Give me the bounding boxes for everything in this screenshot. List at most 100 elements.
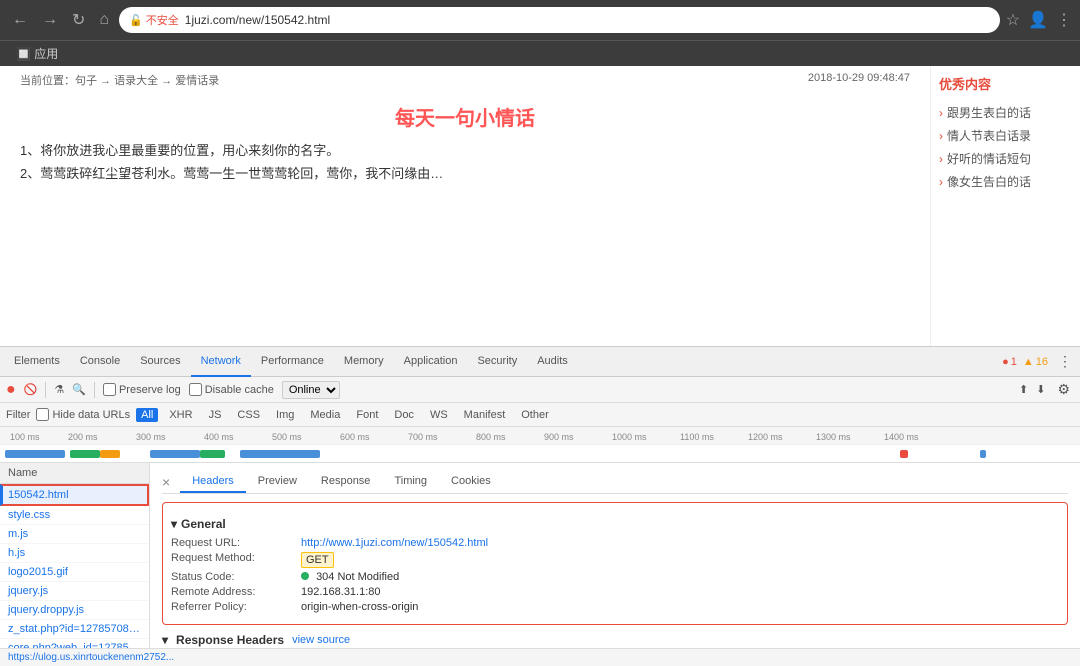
- sidebar-item-3[interactable]: 像女生告白的话: [939, 170, 1072, 193]
- view-source-link[interactable]: view source: [292, 634, 350, 646]
- timeline[interactable]: 100 ms 200 ms 300 ms 400 ms 500 ms 600 m…: [0, 427, 1080, 463]
- sidebar-title: 优秀内容: [939, 74, 1072, 93]
- filter-media[interactable]: Media: [305, 408, 345, 422]
- hide-data-urls-checkbox[interactable]: [36, 408, 49, 421]
- bottom-bar: https://ulog.us.xinrtouckenenm2752...: [0, 648, 1080, 666]
- address-bar[interactable]: 🔓 不安全 1juzi.com/new/150542.html: [119, 7, 1000, 33]
- filter-bar: Filter Hide data URLs All XHR JS CSS Img…: [0, 403, 1080, 427]
- apps-bookmark[interactable]: 🔲 应用: [10, 43, 64, 64]
- tab-performance[interactable]: Performance: [251, 347, 334, 377]
- subtab-headers[interactable]: Headers: [180, 471, 246, 493]
- sidebar-item-1[interactable]: 情人节表白话录: [939, 124, 1072, 147]
- tick-400ms: 400 ms: [204, 432, 234, 442]
- network-settings-icon[interactable]: ⚙: [1053, 379, 1074, 400]
- filter-doc[interactable]: Doc: [389, 408, 419, 422]
- general-arrow-icon: ▾: [171, 517, 177, 531]
- forward-button[interactable]: →: [38, 9, 62, 31]
- file-item-4[interactable]: logo2015.gif: [0, 563, 149, 582]
- disable-cache-checkbox-label[interactable]: Disable cache: [189, 383, 274, 396]
- file-item-5[interactable]: jquery.js: [0, 582, 149, 601]
- request-url-val[interactable]: http://www.1juzi.com/new/150542.html: [301, 537, 488, 549]
- file-item-6[interactable]: jquery.droppy.js: [0, 601, 149, 620]
- export-button[interactable]: ⬇: [1036, 383, 1045, 396]
- status-code-row: Status Code: 304 Not Modified: [171, 571, 1059, 583]
- profile-icon[interactable]: 👤: [1028, 10, 1048, 30]
- sub-tabs: × Headers Preview Response Timing Cookie…: [162, 471, 1068, 494]
- subtab-response[interactable]: Response: [309, 471, 383, 493]
- bookmarks-bar: 🔲 应用: [0, 40, 1080, 66]
- file-item-3[interactable]: h.js: [0, 544, 149, 563]
- back-button[interactable]: ←: [8, 9, 32, 31]
- response-headers-label: Response Headers: [176, 633, 284, 647]
- hide-data-urls-label[interactable]: Hide data URLs: [36, 408, 130, 421]
- url-text: 1juzi.com/new/150542.html: [185, 13, 990, 27]
- sidebar-item-0[interactable]: 跟男生表白的话: [939, 101, 1072, 124]
- preserve-log-checkbox[interactable]: [103, 383, 116, 396]
- tab-elements[interactable]: Elements: [4, 347, 70, 377]
- filter-css[interactable]: CSS: [232, 408, 265, 422]
- sidebar-item-2[interactable]: 好听的情话短句: [939, 147, 1072, 170]
- record-button[interactable]: ●: [6, 381, 16, 399]
- tick-300ms: 300 ms: [136, 432, 166, 442]
- tick-1300ms: 1300 ms: [816, 432, 851, 442]
- tbar-1: [5, 450, 65, 458]
- general-section-title[interactable]: ▾ General: [171, 517, 1059, 531]
- tab-application[interactable]: Application: [394, 347, 468, 377]
- remote-address-row: Remote Address: 192.168.31.1:80: [171, 586, 1059, 598]
- subtab-cookies[interactable]: Cookies: [439, 471, 503, 493]
- preserve-log-checkbox-label[interactable]: Preserve log: [103, 383, 181, 396]
- error-badge: ● 1: [1002, 356, 1017, 368]
- request-url-row: Request URL: http://www.1juzi.com/new/15…: [171, 537, 1059, 549]
- file-item-7[interactable]: z_stat.php?id=127857083&...: [0, 620, 149, 639]
- home-button[interactable]: ⌂: [95, 9, 113, 31]
- import-button[interactable]: ⬆: [1019, 383, 1028, 396]
- tick-800ms: 800 ms: [476, 432, 506, 442]
- tab-console[interactable]: Console: [70, 347, 130, 377]
- request-method-val: GET: [301, 552, 334, 568]
- filter-img[interactable]: Img: [271, 408, 299, 422]
- preserve-log-label: Preserve log: [119, 384, 181, 396]
- filter-js[interactable]: JS: [204, 408, 227, 422]
- filter-manifest[interactable]: Manifest: [459, 408, 511, 422]
- star-icon[interactable]: ☆: [1006, 10, 1020, 30]
- devtools-tab-bar: Elements Console Sources Network Perform…: [0, 347, 1080, 377]
- webpage-content: 当前位置：句子 → 语录大全 → 爱情话录 2018-10-29 09:48:4…: [0, 66, 930, 346]
- file-item-1[interactable]: style.css: [0, 506, 149, 525]
- subtab-preview[interactable]: Preview: [246, 471, 309, 493]
- filter-font[interactable]: Font: [351, 408, 383, 422]
- filter-other[interactable]: Other: [516, 408, 554, 422]
- file-item-2[interactable]: m.js: [0, 525, 149, 544]
- tab-audits[interactable]: Audits: [527, 347, 578, 377]
- filter-label: Filter: [6, 409, 30, 421]
- tab-memory[interactable]: Memory: [334, 347, 394, 377]
- file-item-8[interactable]: core.php?web_id=12785708...: [0, 639, 149, 648]
- remote-address-val: 192.168.31.1:80: [301, 586, 381, 598]
- tab-network[interactable]: Network: [191, 347, 251, 377]
- subtab-timing[interactable]: Timing: [382, 471, 439, 493]
- status-dot-icon: [301, 572, 309, 580]
- breadcrumb: 当前位置：句子 → 语录大全 → 爱情话录: [20, 72, 219, 88]
- filter-icon[interactable]: ⚗: [54, 383, 64, 396]
- filter-all[interactable]: All: [136, 408, 158, 422]
- devtools: Elements Console Sources Network Perform…: [0, 346, 1080, 648]
- tab-security[interactable]: Security: [467, 347, 527, 377]
- devtools-settings-icon[interactable]: ⋮: [1054, 351, 1076, 372]
- close-detail-button[interactable]: ×: [162, 474, 170, 490]
- tab-sources[interactable]: Sources: [130, 347, 190, 377]
- menu-icon[interactable]: ⋮: [1056, 10, 1072, 30]
- browser-actions: ☆ 👤 ⋮: [1006, 10, 1072, 30]
- refresh-button[interactable]: ↻: [68, 8, 89, 32]
- tick-1000ms: 1000 ms: [612, 432, 647, 442]
- bottom-link[interactable]: https://ulog.us.xinrtouckenenm2752...: [8, 652, 174, 663]
- content-line-2: 2、莺莺跌碎红尘望苍利水。莺莺一生一世莺莺轮回，莺你，我不问缘由…: [20, 162, 910, 185]
- throttle-select[interactable]: Online: [282, 381, 340, 399]
- disable-cache-checkbox[interactable]: [189, 383, 202, 396]
- response-arrow-icon: ▾: [162, 633, 168, 647]
- filter-xhr[interactable]: XHR: [164, 408, 197, 422]
- hide-data-urls-text: Hide data URLs: [52, 409, 130, 421]
- clear-button[interactable]: 🚫: [24, 383, 38, 396]
- search-icon[interactable]: 🔍: [72, 383, 86, 396]
- filter-ws[interactable]: WS: [425, 408, 453, 422]
- file-item-0[interactable]: 150542.html: [0, 484, 149, 506]
- request-method-row: Request Method: GET: [171, 552, 1059, 568]
